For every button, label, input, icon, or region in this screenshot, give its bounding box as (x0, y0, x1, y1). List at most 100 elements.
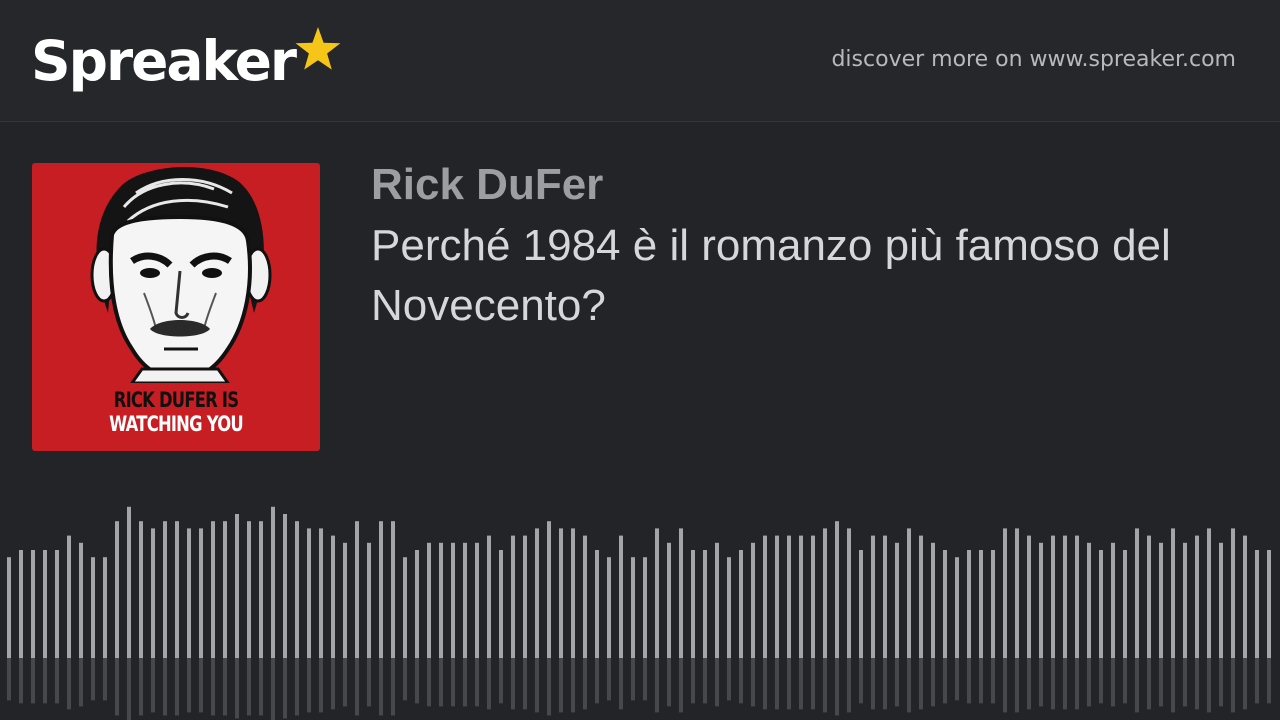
waveform-bar (883, 535, 887, 658)
waveform-bar (199, 528, 203, 658)
waveform-bar-reflection (967, 658, 971, 704)
waveform-bar (1087, 542, 1091, 658)
waveform-bar-reflection (631, 658, 635, 701)
waveform-bar (583, 535, 587, 658)
waveform-bar (679, 528, 683, 658)
waveform-bar-reflection (403, 658, 407, 701)
discover-more-link[interactable]: discover more on www.spreaker.com (831, 46, 1236, 74)
waveform-bar (463, 542, 467, 658)
waveform-bar (235, 514, 239, 658)
waveform-bar-reflection (1255, 658, 1259, 704)
waveform-bar-reflection (487, 658, 491, 710)
waveform-bar (847, 528, 851, 658)
waveform-bar-reflection (715, 658, 719, 707)
waveform-bar-reflection (151, 658, 155, 713)
waveform-bar-reflection (655, 658, 659, 713)
waveform-bar (1195, 535, 1199, 658)
waveform-bar (811, 535, 815, 658)
spreaker-logo[interactable]: Spreaker (31, 21, 343, 101)
waveform-bar-reflection (619, 658, 623, 710)
waveform-bar (1015, 528, 1019, 658)
waveform-bar (1231, 528, 1235, 658)
waveform-bar-reflection (19, 658, 23, 704)
waveform-bar-reflection (955, 658, 959, 701)
waveform-bar (955, 557, 959, 658)
waveform-bar-reflection (1231, 658, 1235, 713)
waveform-bar-reflection (307, 658, 311, 713)
waveform-bar (871, 535, 875, 658)
waveform-bar-reflection (991, 658, 995, 704)
waveform-bar-reflection (283, 658, 287, 719)
waveform-bar (967, 550, 971, 658)
waveform-bar-reflection (223, 658, 227, 716)
waveform-bar (415, 550, 419, 658)
waveform-bar (319, 528, 323, 658)
waveform-bar-reflection (1243, 658, 1247, 710)
waveform-bar-reflection (1027, 658, 1031, 710)
waveform-bar (343, 542, 347, 658)
waveform-bar (1111, 542, 1115, 658)
waveform-bar (259, 521, 263, 658)
waveform-bar-reflection (679, 658, 683, 713)
waveform-bar (271, 506, 275, 658)
waveform-bar (1027, 535, 1031, 658)
waveform-bar-reflection (391, 658, 395, 716)
waveform-bar-reflection (1015, 658, 1019, 713)
waveform-bar (223, 521, 227, 658)
waveform-bar-reflection (667, 658, 671, 707)
waveform-bar (439, 542, 443, 658)
waveform-bar (187, 528, 191, 658)
episode-title[interactable]: Perché 1984 è il romanzo più famoso del … (371, 216, 1251, 336)
cover-caption-line2: WATCHING YOU (109, 412, 244, 436)
waveform-bar-reflection (451, 658, 455, 707)
waveform-bar (403, 557, 407, 658)
waveform-bar (295, 521, 299, 658)
waveform-bar (127, 506, 131, 658)
waveform-bar-reflection (1003, 658, 1007, 713)
waveform-bar (823, 528, 827, 658)
podcast-author[interactable]: Rick DuFer (371, 160, 603, 210)
star-icon (295, 27, 341, 70)
waveform-bar (523, 535, 527, 658)
waveform-bar-reflection (379, 658, 383, 716)
waveform-bar (703, 550, 707, 658)
waveform-bar-reflection (535, 658, 539, 713)
waveform-bar (595, 550, 599, 658)
waveform-bar (943, 550, 947, 658)
waveform-bar (715, 542, 719, 658)
audio-waveform[interactable] (0, 500, 1280, 720)
waveform-bar-reflection (919, 658, 923, 710)
waveform-bar (487, 535, 491, 658)
waveform-bar (511, 535, 515, 658)
waveform-bar (739, 550, 743, 658)
waveform-bar (1075, 535, 1079, 658)
waveform-bar-reflection (871, 658, 875, 710)
waveform-bar-reflection (1087, 658, 1091, 707)
waveform-bar-reflection (1219, 658, 1223, 707)
waveform-bar-reflection (895, 658, 899, 707)
waveform-bar-reflection (559, 658, 563, 713)
waveform-bar (991, 550, 995, 658)
waveform-bar (391, 521, 395, 658)
waveform-bar (1147, 535, 1151, 658)
waveform-bar-reflection (1183, 658, 1187, 707)
waveform-bar-reflection (1099, 658, 1103, 704)
waveform-bar-reflection (727, 658, 731, 701)
waveform-bar (643, 557, 647, 658)
waveform-bar-reflection (907, 658, 911, 713)
waveform-bar (1243, 535, 1247, 658)
waveform-bar-reflection (775, 658, 779, 710)
waveform-bar (1099, 550, 1103, 658)
waveform-bar-reflection (295, 658, 299, 716)
waveform-bar (559, 528, 563, 658)
waveform-bar-reflection (43, 658, 47, 704)
waveform-bar-reflection (547, 658, 551, 716)
waveform-bar-reflection (7, 658, 11, 701)
podcast-cover-art: RICK DUFER IS WATCHING YOU (32, 163, 320, 451)
waveform-bar (727, 557, 731, 658)
waveform-bar-reflection (235, 658, 239, 719)
waveform-bar-reflection (79, 658, 83, 707)
waveform-bar-reflection (259, 658, 263, 716)
waveform-bar (607, 557, 611, 658)
waveform-bar (667, 542, 671, 658)
